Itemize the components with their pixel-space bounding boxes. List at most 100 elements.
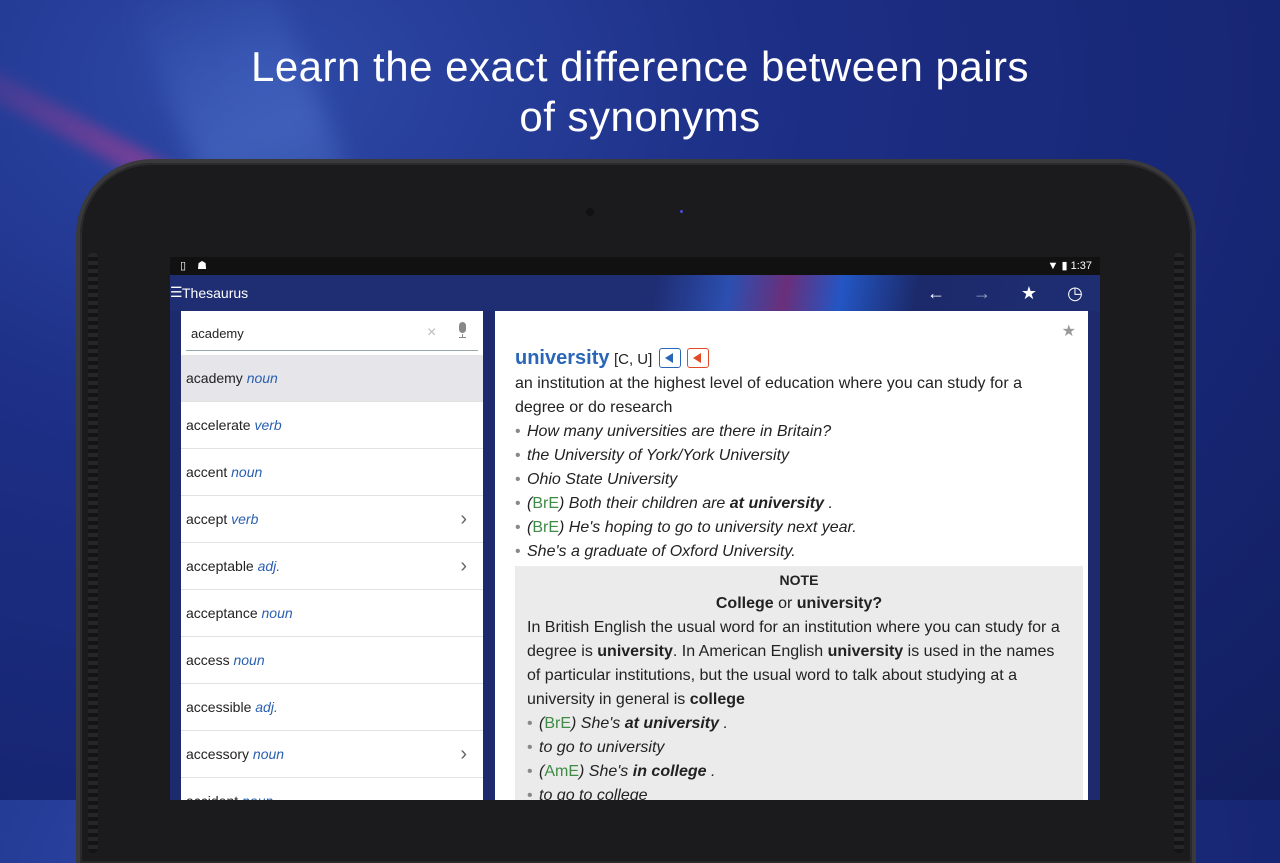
clear-search-icon[interactable]: × xyxy=(427,324,436,342)
note-heading-or: or xyxy=(773,595,797,612)
history-icon[interactable]: ◷ xyxy=(1063,281,1087,305)
note-text: . In American English xyxy=(672,643,828,660)
tablet-screen: ▯ ☗ ▼ ▮ 1:37 ☰ Thesaurus ← → ★ ◷ academy… xyxy=(170,257,1100,800)
grammar-code: [C, U] xyxy=(613,351,653,368)
word-text: accelerate xyxy=(186,417,251,433)
example-sentence: How many universities are there in Brita… xyxy=(515,420,1070,444)
chevron-right-icon[interactable]: › xyxy=(460,543,467,589)
part-of-speech: noun xyxy=(252,746,285,762)
chevron-right-icon[interactable]: › xyxy=(460,731,467,777)
speaker-grille-left xyxy=(88,253,98,853)
part-of-speech: verb xyxy=(231,511,259,527)
word-list-item[interactable]: academy noun xyxy=(181,355,483,402)
example-sentence: the University of York/York University xyxy=(515,444,1070,468)
app-title: Thesaurus xyxy=(182,285,249,301)
status-right: ▼ ▮ 1:37 xyxy=(1048,257,1093,275)
example-text: Ohio State University xyxy=(527,471,678,488)
example-text: to go to college xyxy=(539,787,648,800)
note-label: NOTE xyxy=(779,572,819,588)
word-text: access xyxy=(186,652,230,668)
mic-icon[interactable] xyxy=(456,322,468,338)
register-label: AmE xyxy=(544,763,579,780)
note-bold: college xyxy=(689,691,745,708)
part-of-speech: verb xyxy=(254,417,282,433)
collocation: in college xyxy=(632,763,707,780)
word-text: acceptance xyxy=(186,605,258,621)
example-text: How many universities are there in Brita… xyxy=(527,423,832,440)
register-label: BrE xyxy=(544,715,571,732)
example-sentence: to go to university xyxy=(527,736,1071,760)
word-list-panel: academy × academy noun accelerate verb acc… xyxy=(181,311,483,800)
usage-note: NOTE College or university? In British E… xyxy=(515,566,1083,800)
status-bar: ▯ ☗ ▼ ▮ 1:37 xyxy=(170,257,1100,275)
part-of-speech: noun xyxy=(242,793,273,800)
speaker-uk-icon[interactable] xyxy=(658,347,681,368)
example-list: How many universities are there in Brita… xyxy=(515,420,1070,564)
android-icon: ☗ xyxy=(197,260,207,272)
example-sentence: She's a graduate of Oxford University. xyxy=(515,540,1070,564)
word-list: academy noun accelerate verb accent noun ac… xyxy=(181,355,483,800)
example-sentence: Ohio State University xyxy=(515,468,1070,492)
search-input-value[interactable]: academy xyxy=(191,326,244,341)
back-arrow-icon[interactable]: ← xyxy=(924,281,948,305)
word-text: accessible xyxy=(186,699,252,715)
word-list-item[interactable]: acceptance noun xyxy=(181,590,483,637)
headline-line-1: Learn the exact difference between pairs xyxy=(250,43,1030,90)
chevron-right-icon[interactable]: › xyxy=(460,496,467,542)
status-left-icons: ▯ ☗ xyxy=(180,257,207,275)
speaker-grille-right xyxy=(1174,253,1184,853)
headword: university xyxy=(515,347,610,369)
example-tail: . xyxy=(706,763,716,780)
example-sentence: (BrE) Both their children are at univers… xyxy=(515,492,1070,516)
front-camera xyxy=(586,208,594,216)
word-list-item[interactable]: accident noun xyxy=(181,778,483,800)
add-favorite-icon[interactable]: ★ xyxy=(1062,321,1076,341)
part-of-speech: noun xyxy=(246,370,278,386)
word-list-item[interactable]: accept verb › xyxy=(181,496,483,543)
note-bold: university xyxy=(597,643,673,660)
example-text: to go to university xyxy=(539,739,665,756)
part-of-speech: noun xyxy=(261,605,293,621)
word-list-item[interactable]: acceptable adj. › xyxy=(181,543,483,590)
example-sentence: (AmE) She's in college . xyxy=(527,760,1071,784)
forward-arrow-icon[interactable]: → xyxy=(970,281,994,305)
headline-line-2: of synonyms xyxy=(519,93,761,140)
part-of-speech: adj. xyxy=(257,558,281,574)
dictionary-entry: university [C, U] an institution at the … xyxy=(515,346,1083,800)
entry-header: university [C, U] xyxy=(515,346,1070,372)
word-list-item[interactable]: accessory noun › xyxy=(181,731,483,778)
light-sensor xyxy=(680,210,683,213)
word-list-item[interactable]: access noun xyxy=(181,637,483,684)
part-of-speech: noun xyxy=(231,464,263,480)
example-text: Both their children are xyxy=(568,495,730,512)
register-label: BrE xyxy=(532,519,559,536)
word-list-item[interactable]: accent noun xyxy=(181,449,483,496)
example-tail: . xyxy=(824,495,833,512)
word-text: accept xyxy=(186,511,228,527)
example-sentence: (BrE) She's at university . xyxy=(527,712,1071,736)
word-text: accessory xyxy=(186,746,250,762)
note-heading-word-a: College xyxy=(715,595,774,612)
star-icon[interactable]: ★ xyxy=(1017,281,1041,305)
example-text: She's xyxy=(580,715,625,732)
example-text: He's hoping to go to university next yea… xyxy=(568,519,857,536)
part-of-speech: adj. xyxy=(255,699,278,715)
part-of-speech: noun xyxy=(233,652,265,668)
menu-icon[interactable]: ☰ xyxy=(170,284,183,301)
tablet-icon: ▯ xyxy=(180,260,187,272)
example-text: the University of York/York University xyxy=(527,447,790,464)
app-bar: ☰ Thesaurus ← → ★ ◷ xyxy=(170,275,1100,311)
word-list-item[interactable]: accessible adj. xyxy=(181,684,483,731)
status-time: 1:37 xyxy=(1070,260,1092,272)
search-input[interactable]: academy × xyxy=(186,318,478,351)
word-text: acceptable xyxy=(186,558,254,574)
note-example-list: (BrE) She's at university . to go to univ… xyxy=(527,712,1071,800)
word-list-item[interactable]: accelerate verb xyxy=(181,402,483,449)
register-label: BrE xyxy=(532,495,559,512)
speaker-us-icon[interactable] xyxy=(687,347,710,368)
definition: an institution at the highest level of e… xyxy=(515,375,1022,416)
example-sentence: (BrE) He's hoping to go to university ne… xyxy=(515,516,1070,540)
entry-panel: ★ university [C, U] an institution at th… xyxy=(495,311,1088,800)
note-heading: College or university? xyxy=(527,592,1071,616)
battery-icon: ▮ xyxy=(1061,260,1068,272)
